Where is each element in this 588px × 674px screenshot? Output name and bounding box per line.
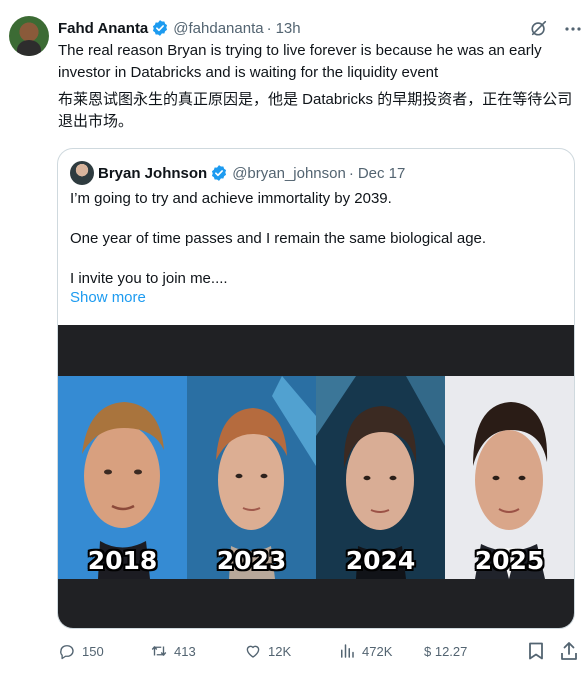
author-avatar[interactable] <box>9 16 49 56</box>
quoted-line: One year of time passes and I remain the… <box>70 230 487 247</box>
reply-count: 150 <box>82 643 104 659</box>
year-label: 2023 <box>216 546 287 575</box>
view-count: 472K <box>362 643 393 659</box>
grok-icon[interactable] <box>530 19 548 37</box>
tip-value[interactable]: $ 12.27 <box>424 640 467 662</box>
show-more-link[interactable]: Show more <box>70 289 146 306</box>
like-icon <box>246 645 260 658</box>
photo-panel-2018: 2018 <box>58 376 187 579</box>
tweet-header: Fahd Ananta @fahdananta · 13h <box>58 18 301 38</box>
quoted-author-avatar[interactable] <box>70 161 94 185</box>
photo-panel-2023: 2023 <box>187 376 316 579</box>
tweet-text-english: The real reason Bryan is trying to live … <box>58 42 542 81</box>
verified-badge-icon <box>153 20 168 36</box>
repost-icon <box>151 646 167 656</box>
quoted-tweet-text: I’m going to try and achieve immortality… <box>70 189 562 289</box>
tweet-time[interactable]: 13h <box>276 20 301 37</box>
repost-button[interactable]: 413 <box>150 640 196 662</box>
share-icon[interactable] <box>560 641 578 661</box>
quoted-tweet[interactable]: Bryan Johnson @bryan_johnson · Dec 17 I’… <box>57 148 575 629</box>
like-button[interactable]: 12K <box>244 640 291 662</box>
views-icon <box>341 644 354 658</box>
author-handle[interactable]: @fahdananta <box>173 20 263 37</box>
bookmark-icon[interactable] <box>528 642 544 660</box>
quoted-media[interactable]: 2018 2023 2024 2025 <box>58 325 574 628</box>
tweet-card[interactable]: Fahd Ananta @fahdananta · 13h The real r… <box>0 0 588 674</box>
tweet-actions-bar: 150 413 12K 472K $ 12.27 <box>58 640 578 662</box>
face-comparison-strip: 2018 2023 2024 2025 <box>58 376 574 579</box>
year-label: 2024 <box>345 546 416 575</box>
quoted-tweet-date[interactable]: Dec 17 <box>358 165 406 182</box>
quoted-line: I invite you to join me.... <box>70 270 228 287</box>
quoted-author-name[interactable]: Bryan Johnson <box>98 165 207 182</box>
photo-panel-2024: 2024 <box>316 376 445 579</box>
quoted-author-handle[interactable]: @bryan_johnson <box>232 165 346 182</box>
repost-count: 413 <box>174 643 196 659</box>
quoted-tweet-header: Bryan Johnson @bryan_johnson · Dec 17 <box>98 162 405 184</box>
quoted-header-separator: · <box>348 164 354 182</box>
verified-badge-icon <box>212 165 227 181</box>
views-button[interactable]: 472K <box>338 640 392 662</box>
reply-icon <box>60 645 74 660</box>
more-icon[interactable] <box>564 26 582 32</box>
year-label: 2018 <box>87 546 158 575</box>
photo-panel-2025: 2025 <box>445 376 574 579</box>
tweet-text-chinese: 布莱恩试图永生的真正原因是，他是 Databricks 的早期投资者，正在等待公… <box>58 91 573 130</box>
quoted-line: I’m going to try and achieve immortality… <box>70 190 392 207</box>
tip-amount: $ 12.27 <box>424 643 468 659</box>
author-name[interactable]: Fahd Ananta <box>58 20 148 37</box>
reply-button[interactable]: 150 <box>58 640 104 662</box>
year-label: 2025 <box>474 546 545 575</box>
like-count: 12K <box>268 643 292 659</box>
header-separator: · <box>266 19 272 37</box>
